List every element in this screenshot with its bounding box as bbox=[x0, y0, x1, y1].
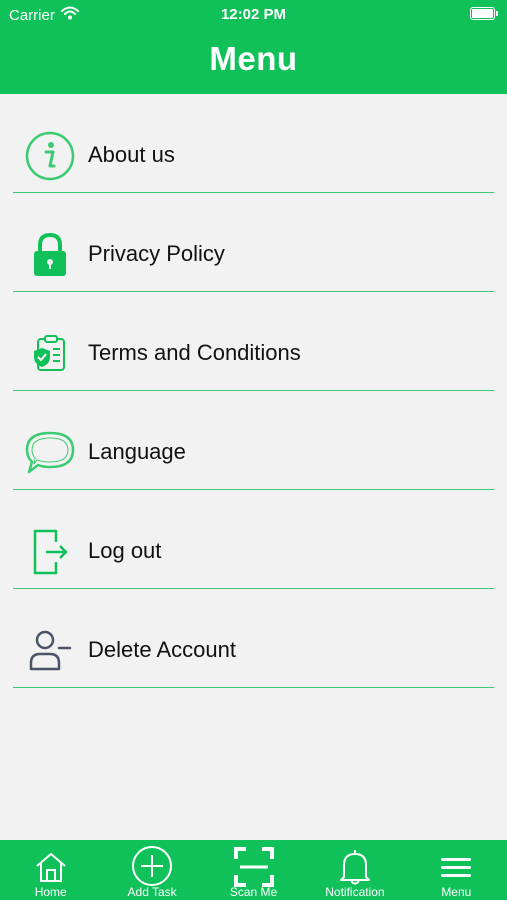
tab-add-task[interactable]: Add Task bbox=[101, 840, 202, 900]
divider bbox=[13, 488, 494, 490]
clipboard-shield-icon bbox=[24, 328, 76, 380]
menu-item-log-out[interactable]: Log out bbox=[0, 502, 507, 601]
menu-item-terms-and-conditions[interactable]: Terms and Conditions bbox=[0, 304, 507, 403]
tab-menu[interactable]: Menu bbox=[406, 840, 507, 900]
battery-icon bbox=[470, 7, 498, 20]
tab-scan-me[interactable]: Scan Me bbox=[203, 840, 304, 900]
divider bbox=[13, 686, 494, 688]
menu-item-about-us[interactable]: About us bbox=[0, 106, 507, 205]
hamburger-icon bbox=[434, 846, 478, 888]
tab-notification[interactable]: Notification bbox=[304, 840, 405, 900]
menu-item-label: Log out bbox=[88, 538, 162, 563]
user-minus-icon bbox=[24, 625, 76, 677]
tab-home[interactable]: Home bbox=[0, 840, 101, 900]
menu-item-privacy-policy[interactable]: Privacy Policy bbox=[0, 205, 507, 304]
divider bbox=[13, 290, 494, 292]
status-bar: Carrier 12:02 PM bbox=[0, 0, 507, 28]
header-bar: Carrier 12:02 PM Menu bbox=[0, 0, 507, 94]
menu-item-label: Privacy Policy bbox=[88, 241, 225, 266]
divider bbox=[13, 389, 494, 391]
menu-item-label: About us bbox=[88, 142, 175, 167]
plus-circle-icon bbox=[130, 846, 174, 888]
menu-item-label: Terms and Conditions bbox=[88, 340, 301, 365]
menu-item-label: Language bbox=[88, 439, 186, 464]
menu-item-label: Delete Account bbox=[88, 637, 236, 662]
bottom-tab-bar: Home Add Task Scan Me Notification Menu bbox=[0, 840, 507, 900]
tab-label: Add Task bbox=[127, 885, 177, 899]
status-time: 12:02 PM bbox=[220, 6, 287, 23]
menu-list: About us Privacy Policy Terms and Condit… bbox=[0, 106, 507, 700]
divider bbox=[13, 191, 494, 193]
divider bbox=[13, 587, 494, 589]
lock-icon bbox=[24, 229, 76, 281]
menu-item-language[interactable]: Language bbox=[0, 403, 507, 502]
page-title: Menu bbox=[209, 40, 298, 77]
tab-label: Notification bbox=[325, 885, 385, 899]
info-icon bbox=[24, 130, 76, 182]
scan-icon bbox=[232, 846, 276, 888]
home-icon bbox=[29, 846, 73, 888]
bell-icon bbox=[333, 846, 377, 888]
menu-item-delete-account[interactable]: Delete Account bbox=[0, 601, 507, 700]
logout-icon bbox=[24, 526, 76, 578]
tab-label: Menu bbox=[441, 885, 472, 899]
tab-label: Scan Me bbox=[229, 885, 278, 899]
tab-label: Home bbox=[34, 885, 67, 899]
speech-bubble-icon bbox=[24, 427, 76, 479]
